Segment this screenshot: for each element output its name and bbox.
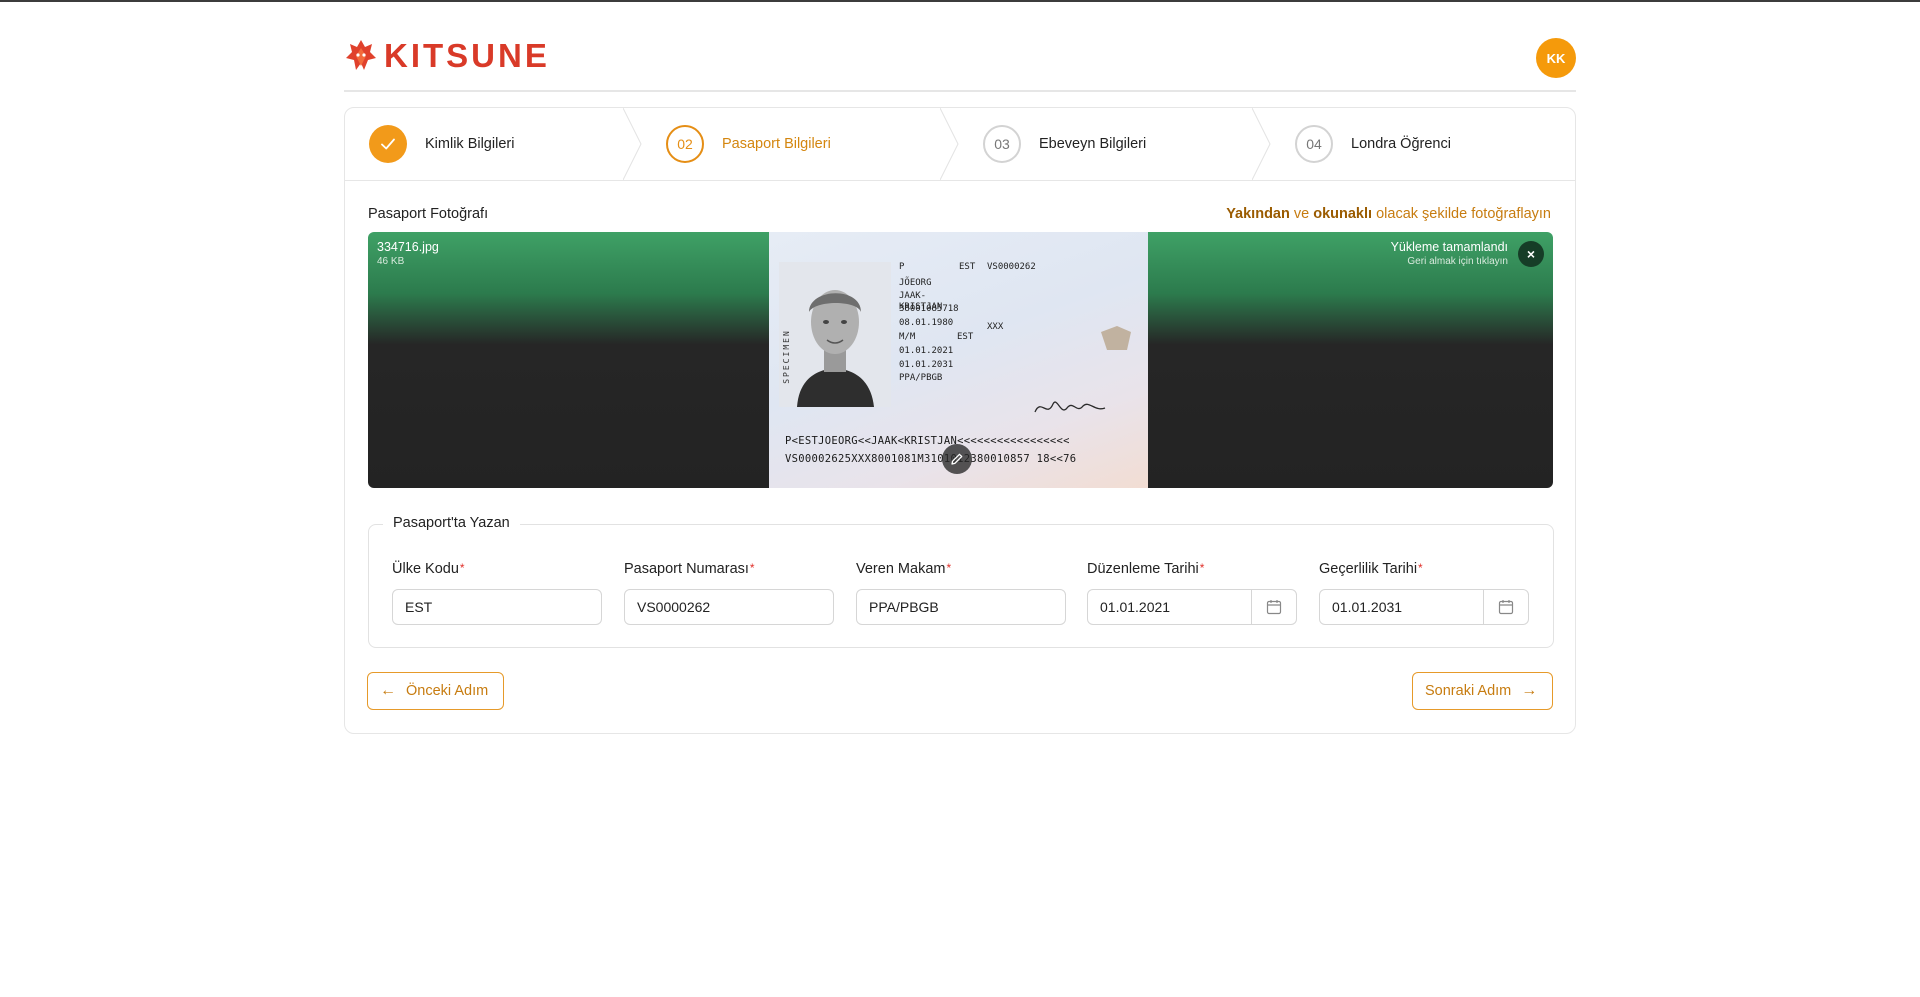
- passport-expiry-date: 01.01.2031: [899, 360, 954, 370]
- brand-name: KITSUNE: [384, 37, 550, 74]
- field-issuing-authority: Veren Makam* PPA/PBGB: [856, 561, 1066, 625]
- photo-hint: Yakından ve okunaklı olacak şekilde foto…: [1226, 206, 1551, 222]
- passport-authority: PPA/PBGB: [899, 373, 943, 383]
- next-step-label: Sonraki Adım: [1425, 683, 1512, 699]
- previous-step-label: Önceki Adım: [406, 683, 489, 699]
- wizard-card: Kimlik Bilgileri 02 Pasaport Bilgileri 0…: [344, 107, 1576, 734]
- next-step-button[interactable]: Sonraki Adım →: [1412, 672, 1553, 710]
- edit-photo-button[interactable]: [942, 444, 972, 474]
- calendar-icon: [1266, 600, 1282, 615]
- passport-personal-code: 38001085718: [899, 304, 959, 314]
- field-expiry-date: Geçerlilik Tarihi* 01.01.2031: [1319, 561, 1529, 625]
- calendar-icon: [1498, 600, 1514, 615]
- step-label: Pasaport Bilgileri: [722, 136, 831, 152]
- required-mark: *: [946, 561, 952, 575]
- step-circle: 03: [983, 125, 1021, 163]
- top-rule: [0, 0, 1920, 2]
- field-passport-number: Pasaport Numarası* VS0000262: [624, 561, 834, 625]
- upload-status-sub[interactable]: Geri almak için tıklayın: [1407, 256, 1508, 267]
- passport-type: P: [899, 262, 905, 272]
- step-label: Londra Öğrenci: [1351, 136, 1451, 152]
- step-pasaport-bilgileri[interactable]: 02 Pasaport Bilgileri: [666, 108, 831, 180]
- hint-bold: okunaklı: [1313, 206, 1373, 222]
- close-icon: ×: [1526, 246, 1536, 262]
- passport-portrait: [779, 262, 891, 407]
- field-country-code: Ülke Kodu* EST: [392, 561, 602, 625]
- brand-logo[interactable]: KITSUNE: [344, 34, 550, 78]
- fieldset-legend: Pasaport'ta Yazan: [383, 515, 520, 531]
- passport-number: VS0000262: [987, 262, 1036, 272]
- remove-upload-button[interactable]: ×: [1518, 241, 1544, 267]
- expiry-date-calendar-button[interactable]: [1483, 590, 1528, 624]
- passport-specimen: SPECIMEN: [781, 329, 791, 384]
- passport-place-of-birth: EST: [957, 332, 974, 342]
- field-label: Veren Makam*: [856, 561, 1066, 581]
- stepper: Kimlik Bilgileri 02 Pasaport Bilgileri 0…: [345, 108, 1575, 181]
- step-circle-done: [369, 125, 407, 163]
- label-text: Düzenleme Tarihi: [1087, 561, 1199, 577]
- step-label: Ebeveyn Bilgileri: [1039, 136, 1147, 152]
- issue-date-value: 01.01.2021: [1100, 599, 1171, 615]
- label-text: Geçerlilik Tarihi: [1319, 561, 1418, 577]
- hint-text: olacak şekilde fotoğraflayın: [1372, 206, 1551, 222]
- check-icon: [381, 138, 395, 150]
- step-circle-active: 02: [666, 125, 704, 163]
- step-circle: 04: [1295, 125, 1333, 163]
- field-label: Düzenleme Tarihi*: [1087, 561, 1297, 581]
- file-size: 46 KB: [377, 256, 405, 267]
- required-mark: *: [1418, 561, 1423, 575]
- step-divider: [623, 108, 642, 180]
- expiry-date-input[interactable]: 01.01.2031: [1319, 589, 1529, 625]
- step-label: Kimlik Bilgileri: [425, 136, 515, 152]
- arrow-left-icon: ←: [380, 682, 396, 699]
- country-code-input[interactable]: EST: [392, 589, 602, 625]
- hint-bold: Yakından: [1226, 206, 1290, 222]
- header: KITSUNE KK: [344, 26, 1576, 92]
- passport-info-fieldset: Pasaport'ta Yazan Ülke Kodu* EST Pasapor…: [368, 515, 1554, 648]
- mrz-line-2: VS00002625XXX8001081M3101012380010857 18…: [785, 453, 1077, 465]
- passport-mrz: P<ESTJOEORG<<JAAK<KRISTJAN<<<<<<<<<<<<<<…: [785, 432, 1076, 468]
- field-label: Pasaport Numarası*: [624, 561, 834, 581]
- fox-icon: [346, 40, 376, 70]
- passport-height: XXX: [987, 322, 1004, 332]
- passport-issue-date: 01.01.2021: [899, 346, 954, 356]
- required-mark: *: [749, 561, 755, 575]
- required-mark: *: [1199, 561, 1205, 575]
- arrow-right-icon: →: [1521, 682, 1538, 699]
- previous-step-button[interactable]: ← Önceki Adım: [367, 672, 504, 710]
- label-text: Pasaport Numarası: [624, 561, 749, 577]
- step-ebeveyn-bilgileri[interactable]: 03 Ebeveyn Bilgileri: [983, 108, 1146, 180]
- required-mark: *: [459, 561, 465, 575]
- edit-icon: [951, 453, 963, 465]
- label-text: Veren Makam: [856, 561, 946, 577]
- field-label: Ülke Kodu*: [392, 561, 602, 581]
- passport-sex: M/M: [899, 332, 916, 342]
- label-text: Ülke Kodu: [392, 561, 459, 577]
- step-londra-ogrenci[interactable]: 04 Londra Öğrenci: [1295, 108, 1451, 180]
- step-kimlik-bilgileri[interactable]: Kimlik Bilgileri: [369, 108, 514, 180]
- field-issue-date: Düzenleme Tarihi* 01.01.2021: [1087, 561, 1297, 625]
- issue-date-calendar-button[interactable]: [1251, 590, 1296, 624]
- passport-birth-date: 08.01.1980: [899, 318, 954, 328]
- passport-country: EST: [959, 262, 976, 272]
- user-avatar[interactable]: KK: [1536, 38, 1576, 78]
- upload-status: Yükleme tamamlandı: [1390, 240, 1508, 254]
- passport-surname: JÕEORG: [899, 278, 932, 288]
- signature-image: [1034, 401, 1106, 413]
- passport-number-input[interactable]: VS0000262: [624, 589, 834, 625]
- passport-hologram: [1101, 326, 1131, 350]
- passport-upload[interactable]: 334716.jpg 46 KB SPECIMEN P EST JÕEORG J…: [368, 232, 1553, 488]
- mrz-line-1: P<ESTJOEORG<<JAAK<KRISTJAN<<<<<<<<<<<<<<…: [785, 435, 1070, 447]
- photo-section-title: Pasaport Fotoğrafı: [368, 206, 489, 222]
- step-divider: [1252, 108, 1271, 180]
- file-name: 334716.jpg: [377, 240, 439, 254]
- issue-date-input[interactable]: 01.01.2021: [1087, 589, 1297, 625]
- issuing-authority-input[interactable]: PPA/PBGB: [856, 589, 1066, 625]
- expiry-date-value: 01.01.2031: [1332, 599, 1403, 615]
- step-divider: [940, 108, 959, 180]
- passport-image: SPECIMEN P EST JÕEORG JAAK-KRISTJAN 3800…: [769, 232, 1148, 488]
- hint-text: ve: [1289, 206, 1314, 222]
- field-label: Geçerlilik Tarihi*: [1319, 561, 1529, 581]
